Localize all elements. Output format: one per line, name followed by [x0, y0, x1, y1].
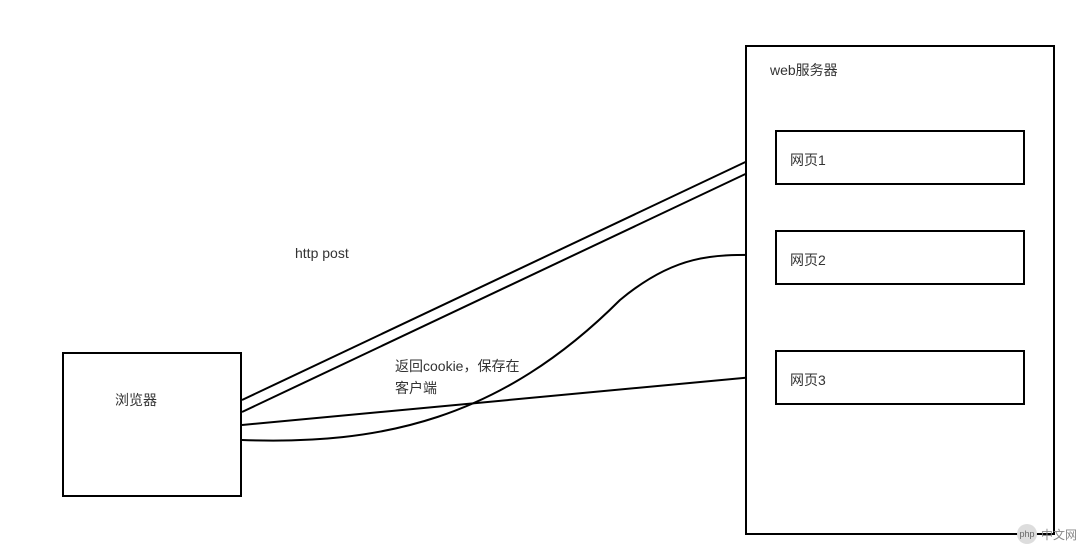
- server-box: [745, 45, 1055, 535]
- browser-label: 浏览器: [115, 390, 157, 410]
- cookie-label-line-2: 客户端: [395, 377, 519, 399]
- http-post-label: http post: [295, 245, 349, 261]
- watermark-text: 中文网: [1041, 526, 1077, 543]
- cookie-label-line-1: 返回cookie，保存在: [395, 355, 519, 377]
- page-2-label: 网页2: [790, 250, 826, 270]
- browser-box: [62, 352, 242, 497]
- watermark: php 中文网: [1017, 524, 1077, 544]
- server-label: web服务器: [770, 60, 838, 80]
- php-logo-icon: php: [1017, 524, 1037, 544]
- cookie-return-label: 返回cookie，保存在 客户端: [395, 355, 519, 400]
- page-1-label: 网页1: [790, 150, 826, 170]
- page-3-label: 网页3: [790, 370, 826, 390]
